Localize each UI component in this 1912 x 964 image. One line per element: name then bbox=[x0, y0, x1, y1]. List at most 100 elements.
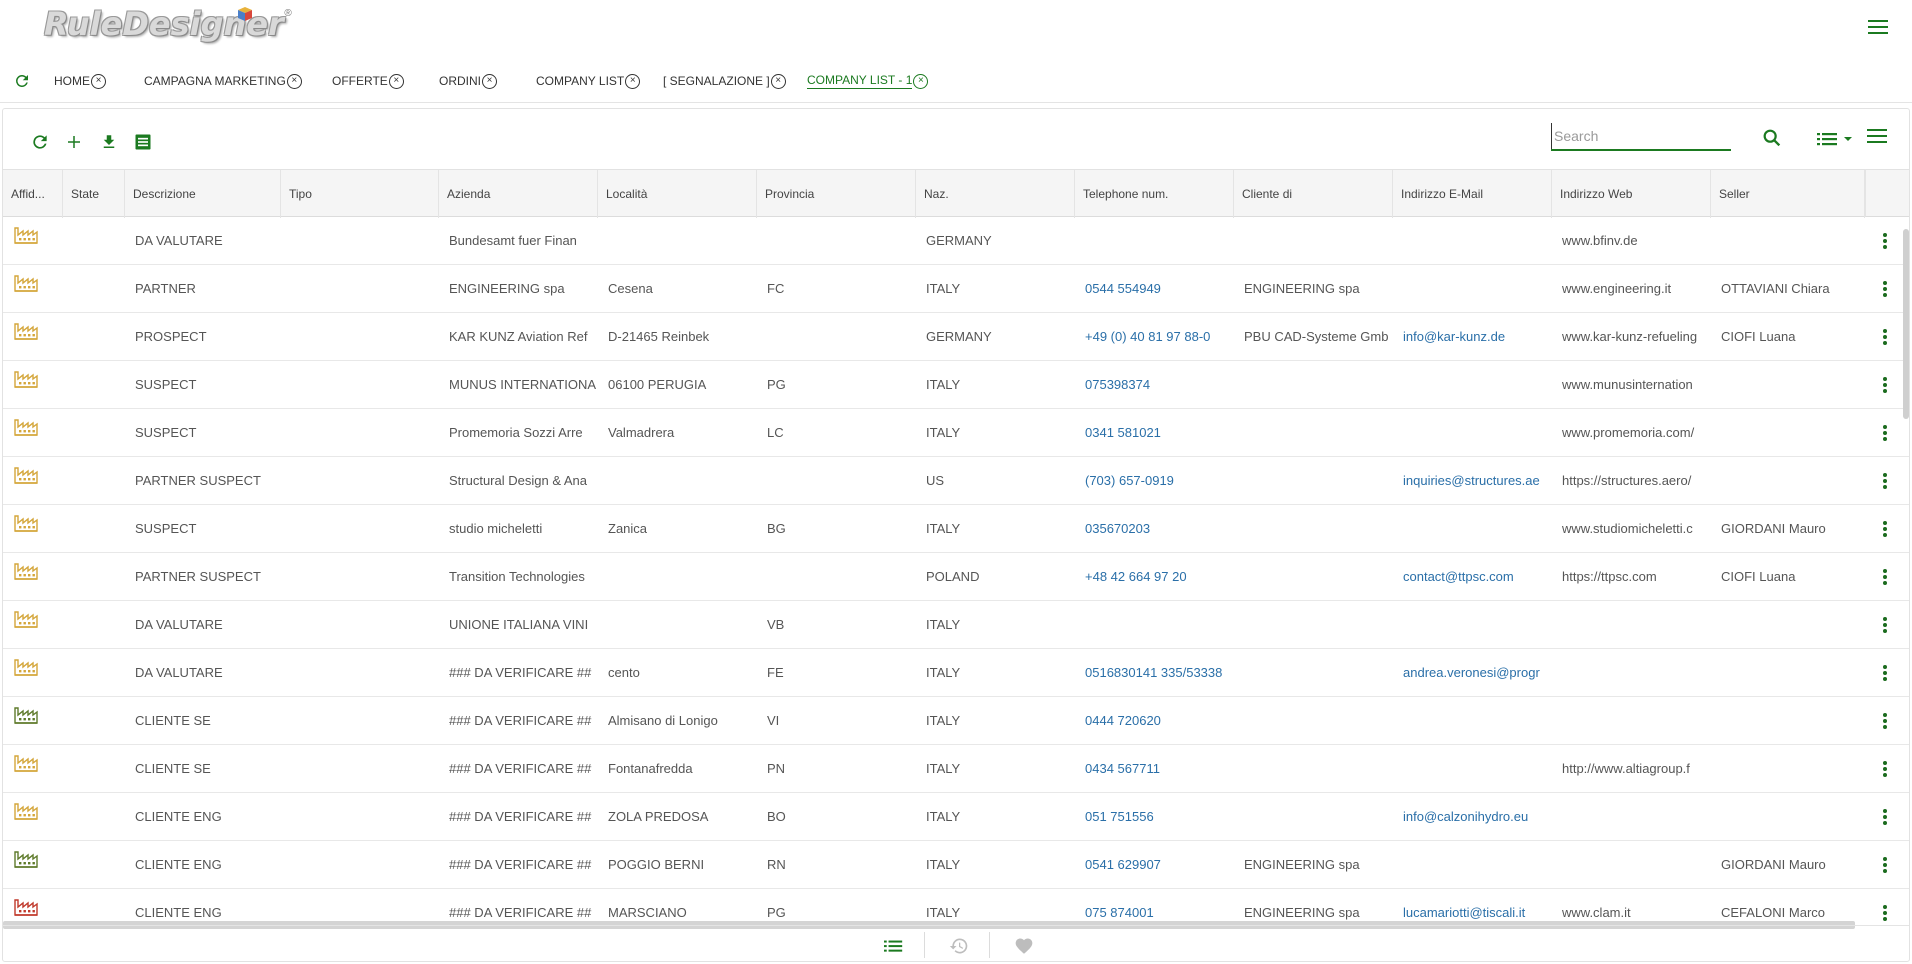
row-more-options-icon[interactable] bbox=[1875, 423, 1895, 443]
cell-email[interactable] bbox=[1393, 409, 1552, 456]
history-button[interactable] bbox=[946, 934, 972, 958]
cell-email[interactable] bbox=[1393, 697, 1552, 744]
search-icon[interactable] bbox=[1761, 127, 1783, 149]
row-more-options-icon[interactable] bbox=[1875, 903, 1895, 921]
cell-email[interactable] bbox=[1393, 841, 1552, 888]
table-row[interactable]: PARTNER SUSPECT Transition Technologies PO… bbox=[3, 553, 1909, 601]
table-row[interactable]: PARTNER SUSPECT Structural Design & Ana US… bbox=[3, 457, 1909, 505]
row-more-options-icon[interactable] bbox=[1875, 615, 1895, 635]
table-row[interactable]: CLIENTE ENG ### DA VERIFICARE ## MARSCIANO… bbox=[3, 889, 1909, 921]
cell-telefono[interactable]: 0434 567711 bbox=[1075, 745, 1234, 792]
table-row[interactable]: SUSPECT studio micheletti Zanica BG ITALY 035… bbox=[3, 505, 1909, 553]
column-header-affidabilita[interactable]: Affid... bbox=[3, 170, 63, 218]
vertical-scrollbar[interactable] bbox=[1903, 229, 1909, 419]
row-more-options-icon[interactable] bbox=[1875, 807, 1895, 827]
cell-telefono[interactable]: 051 751556 bbox=[1075, 793, 1234, 840]
add-button[interactable] bbox=[63, 131, 85, 153]
table-row[interactable]: CLIENTE SE ### DA VERIFICARE ## Almisano d… bbox=[3, 697, 1909, 745]
refresh-button[interactable] bbox=[29, 131, 51, 153]
tab-close-icon[interactable]: × bbox=[286, 73, 302, 89]
tab-close-icon[interactable]: × bbox=[770, 73, 786, 89]
row-more-options-icon[interactable] bbox=[1875, 231, 1895, 251]
row-more-options-icon[interactable] bbox=[1875, 327, 1895, 347]
column-header-nazione[interactable]: Naz. bbox=[916, 170, 1075, 218]
column-header-email[interactable]: Indirizzo E-Mail bbox=[1393, 170, 1552, 218]
tab-6[interactable]: [ SEGNALAZIONE ] × bbox=[663, 73, 807, 89]
column-header-azienda[interactable]: Azienda bbox=[439, 170, 598, 218]
cell-telefono[interactable]: 035670203 bbox=[1075, 505, 1234, 552]
tab-5[interactable]: COMPANY LIST × bbox=[536, 73, 663, 89]
tab-close-icon[interactable]: × bbox=[388, 73, 404, 89]
tab-close-icon[interactable]: × bbox=[913, 73, 929, 89]
cell-telefono[interactable]: 0541 629907 bbox=[1075, 841, 1234, 888]
cell-telefono[interactable]: (703) 657-0919 bbox=[1075, 457, 1234, 504]
panel-menu-icon[interactable] bbox=[1867, 129, 1887, 145]
table-row[interactable]: SUSPECT MUNUS INTERNATIONA 06100 PERUGIA PG… bbox=[3, 361, 1909, 409]
column-header-localita[interactable]: Località bbox=[598, 170, 757, 218]
table-row[interactable]: DA VALUTARE UNIONE ITALIANA VINI VB ITALY bbox=[3, 601, 1909, 649]
table-row[interactable]: CLIENTE SE ### DA VERIFICARE ## Fontanafre… bbox=[3, 745, 1909, 793]
column-header-state[interactable]: State bbox=[63, 170, 125, 218]
cell-telefono[interactable]: 075398374 bbox=[1075, 361, 1234, 408]
cell-email[interactable]: andrea.veronesi@progr bbox=[1393, 649, 1552, 696]
row-more-options-icon[interactable] bbox=[1875, 519, 1895, 539]
row-more-options-icon[interactable] bbox=[1875, 711, 1895, 731]
cell-email[interactable]: lucamariotti@tiscali.it bbox=[1393, 889, 1552, 921]
cell-telefono[interactable]: 0341 581021 bbox=[1075, 409, 1234, 456]
tabs-refresh-icon[interactable] bbox=[12, 71, 32, 91]
search-input[interactable] bbox=[1551, 123, 1731, 149]
column-header-provincia[interactable]: Provincia bbox=[757, 170, 916, 218]
table-row[interactable]: PARTNER ENGINEERING spa Cesena FC ITALY 0544 … bbox=[3, 265, 1909, 313]
tab-close-icon[interactable]: × bbox=[625, 73, 641, 89]
cell-email[interactable] bbox=[1393, 745, 1552, 792]
cell-telefono[interactable] bbox=[1075, 601, 1234, 648]
tab-7[interactable]: COMPANY LIST - 1 × bbox=[807, 73, 937, 89]
cell-email[interactable] bbox=[1393, 601, 1552, 648]
cell-telefono[interactable]: 0444 720620 bbox=[1075, 697, 1234, 744]
cell-email[interactable]: info@kar-kunz.de bbox=[1393, 313, 1552, 360]
main-menu-icon[interactable] bbox=[1868, 20, 1888, 36]
row-more-options-icon[interactable] bbox=[1875, 279, 1895, 299]
cell-telefono[interactable]: +49 (0) 40 81 97 88-0 bbox=[1075, 313, 1234, 360]
cell-telefono[interactable]: +48 42 664 97 20 bbox=[1075, 553, 1234, 600]
cell-email[interactable]: contact@ttpsc.com bbox=[1393, 553, 1552, 600]
table-row[interactable]: SUSPECT Promemoria Sozzi Arre Valmadrera LC… bbox=[3, 409, 1909, 457]
tab-3[interactable]: OFFERTE × bbox=[332, 73, 439, 89]
cell-telefono[interactable]: 0544 554949 bbox=[1075, 265, 1234, 312]
column-header-seller[interactable]: Seller bbox=[1711, 170, 1865, 218]
row-more-options-icon[interactable] bbox=[1875, 663, 1895, 683]
cell-email[interactable]: info@calzonihydro.eu bbox=[1393, 793, 1552, 840]
table-row[interactable]: DA VALUTARE ### DA VERIFICARE ## cento FE IT… bbox=[3, 649, 1909, 697]
cell-telefono[interactable] bbox=[1075, 217, 1234, 264]
tab-2[interactable]: CAMPAGNA MARKETING × bbox=[144, 73, 332, 89]
list-view-button[interactable] bbox=[881, 934, 907, 958]
table-row[interactable]: CLIENTE ENG ### DA VERIFICARE ## POGGIO BE… bbox=[3, 841, 1909, 889]
table-row[interactable]: CLIENTE ENG ### DA VERIFICARE ## ZOLA PRED… bbox=[3, 793, 1909, 841]
view-mode-dropdown[interactable] bbox=[1817, 129, 1855, 149]
table-row[interactable]: PROSPECT KAR KUNZ Aviation Ref D-21465 Rei… bbox=[3, 313, 1909, 361]
tab-close-icon[interactable]: × bbox=[91, 73, 106, 89]
column-header-web[interactable]: Indirizzo Web bbox=[1552, 170, 1711, 218]
cell-email[interactable] bbox=[1393, 265, 1552, 312]
row-more-options-icon[interactable] bbox=[1875, 471, 1895, 491]
row-more-options-icon[interactable] bbox=[1875, 855, 1895, 875]
favorites-button[interactable] bbox=[1011, 934, 1037, 958]
tab-1[interactable]: HOME × bbox=[54, 73, 144, 89]
column-header-descrizione[interactable]: Descrizione bbox=[125, 170, 281, 218]
download-button[interactable] bbox=[98, 131, 120, 153]
column-header-cliente-di[interactable]: Cliente di bbox=[1234, 170, 1393, 218]
cell-telefono[interactable]: 075 874001 bbox=[1075, 889, 1234, 921]
report-button[interactable] bbox=[132, 131, 154, 153]
table-row[interactable]: DA VALUTARE Bundesamt fuer Finan GERMANY ww… bbox=[3, 217, 1909, 265]
column-header-tipo[interactable]: Tipo bbox=[281, 170, 439, 218]
cell-email[interactable] bbox=[1393, 361, 1552, 408]
column-header-telefono[interactable]: Telephone num. bbox=[1075, 170, 1234, 218]
cell-email[interactable] bbox=[1393, 505, 1552, 552]
cell-telefono[interactable]: 0516830141 335/53338 bbox=[1075, 649, 1234, 696]
row-more-options-icon[interactable] bbox=[1875, 375, 1895, 395]
cell-email[interactable] bbox=[1393, 217, 1552, 264]
row-more-options-icon[interactable] bbox=[1875, 567, 1895, 587]
row-more-options-icon[interactable] bbox=[1875, 759, 1895, 779]
tab-close-icon[interactable]: × bbox=[482, 73, 497, 89]
tab-4[interactable]: ORDINI × bbox=[439, 73, 536, 89]
